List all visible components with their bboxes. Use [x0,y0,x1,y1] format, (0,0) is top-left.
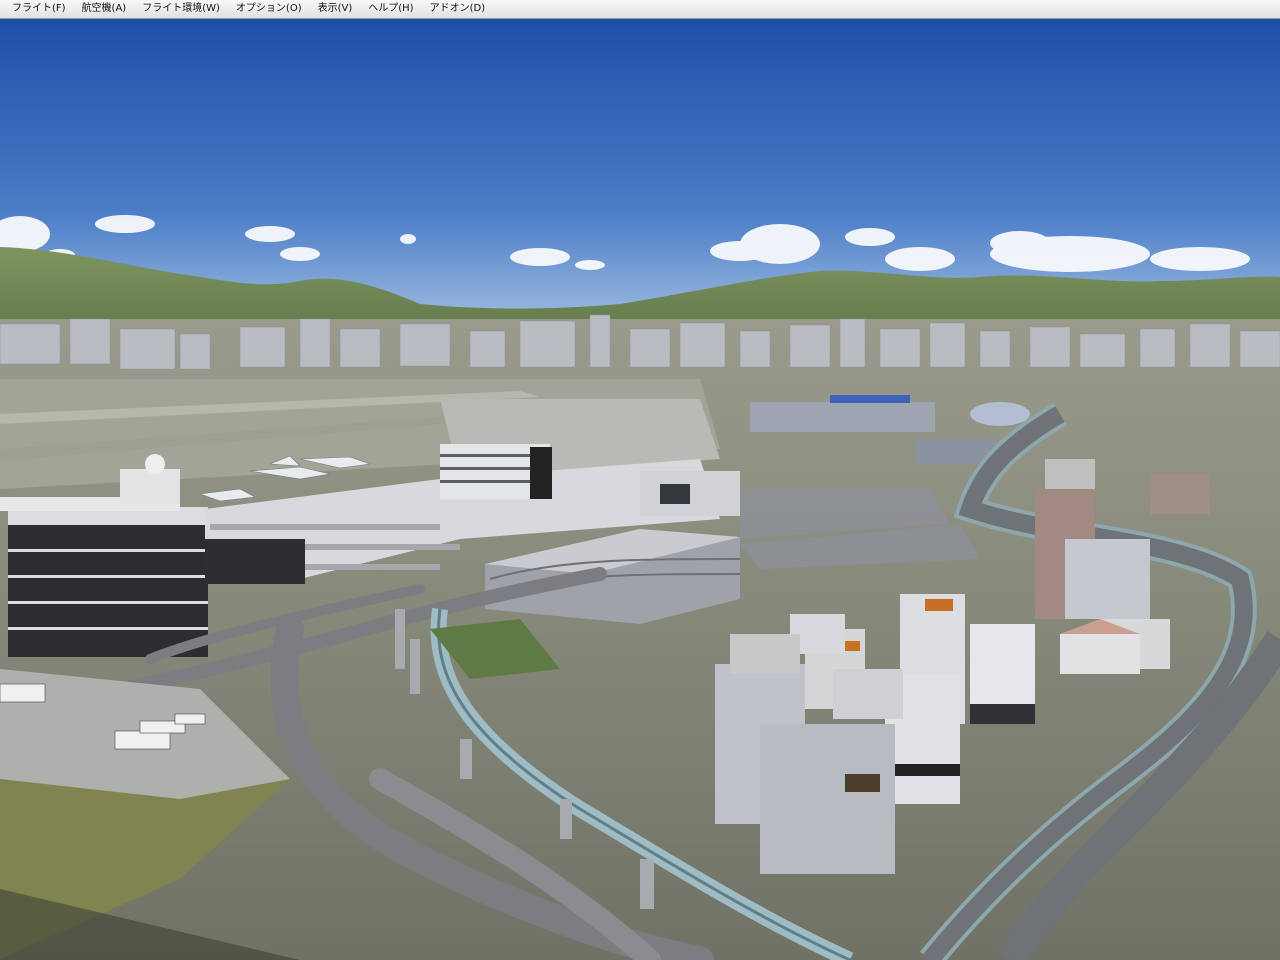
scenery-view [0,19,1280,960]
menu-help[interactable]: ヘルプ(H) [360,0,421,18]
menu-options[interactable]: オプション(O) [228,0,310,18]
menu-bar: フライト(F) 航空機(A) フライト環境(W) オプション(O) 表示(V) … [0,0,1280,19]
menu-flight[interactable]: フライト(F) [4,0,74,18]
menu-aircraft[interactable]: 航空機(A) [74,0,135,18]
menu-flight-environment[interactable]: フライト環境(W) [134,0,228,18]
menu-addons[interactable]: アドオン(D) [422,0,494,18]
flight-simulator-viewport[interactable] [0,19,1280,960]
menu-view[interactable]: 表示(V) [310,0,361,18]
